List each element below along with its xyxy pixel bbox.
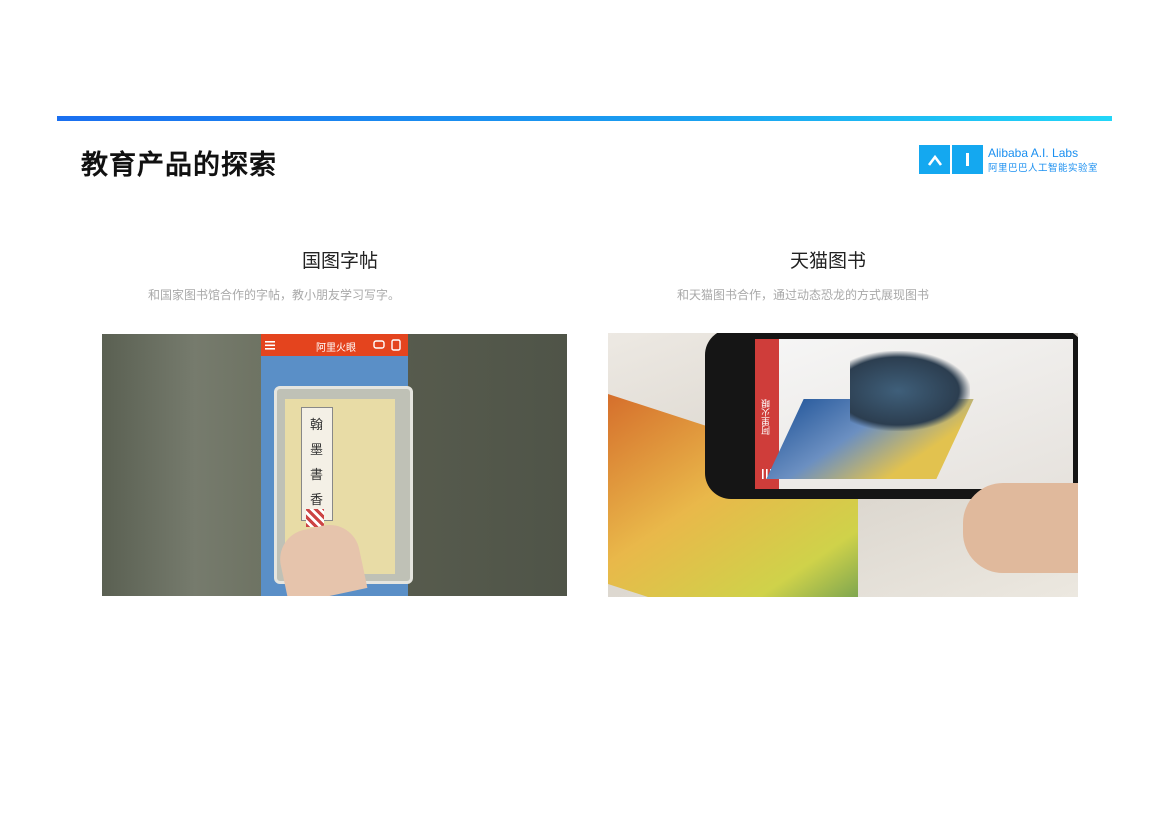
calligraphy-scroll: 翰 墨 書 香 (301, 407, 333, 521)
scroll-char: 書 (310, 468, 324, 483)
logo-name: Alibaba A.I. Labs (988, 146, 1079, 160)
logo-mark-i (952, 145, 983, 174)
scroll-char: 香 (310, 493, 324, 508)
app-title: 阿里火眼 (762, 399, 772, 435)
logo-mark-a (919, 145, 950, 174)
hand (963, 483, 1078, 573)
menu-icon (265, 341, 275, 350)
dinosaur-model (850, 351, 970, 431)
qr-code-icon (306, 509, 324, 527)
card-title-tmall: 天猫图书 (789, 250, 866, 272)
phone-screen: 阿里火眼 翰 墨 書 香 (261, 334, 413, 596)
page-title: 教育产品的探索 (81, 150, 277, 181)
phone-screen: 阿里火眼 (755, 339, 1073, 489)
guotu-demo-image: 阿里火眼 翰 墨 書 香 (102, 334, 567, 596)
card-desc-tmall: 和天猫图书合作，通过动态恐龙的方式展现图书 (676, 288, 929, 302)
app-title: 阿里火眼 (316, 343, 356, 354)
chat-icon (373, 340, 385, 349)
header-accent-bar (57, 116, 1112, 121)
card-title-guotu: 国图字帖 (301, 250, 378, 272)
scroll-char: 翰 (310, 418, 324, 433)
alibaba-ai-labs-logo: Alibaba A.I. Labs 阿里巴巴人工智能实验室 (919, 145, 1098, 175)
app-title-bar: 阿里火眼 (261, 334, 408, 356)
logo-subtitle: 阿里巴巴人工智能实验室 (988, 163, 1099, 174)
scroll-char: 墨 (310, 443, 324, 458)
share-icon (391, 339, 401, 351)
card-desc-guotu: 和国家图书馆合作的字帖，教小朋友学习写字。 (147, 288, 400, 302)
tmall-demo-image: 阿里火眼 (608, 333, 1078, 597)
chevron-up-icon (927, 154, 942, 166)
phone-landscape: 阿里火眼 (705, 333, 1078, 499)
bar-icon (966, 153, 969, 166)
